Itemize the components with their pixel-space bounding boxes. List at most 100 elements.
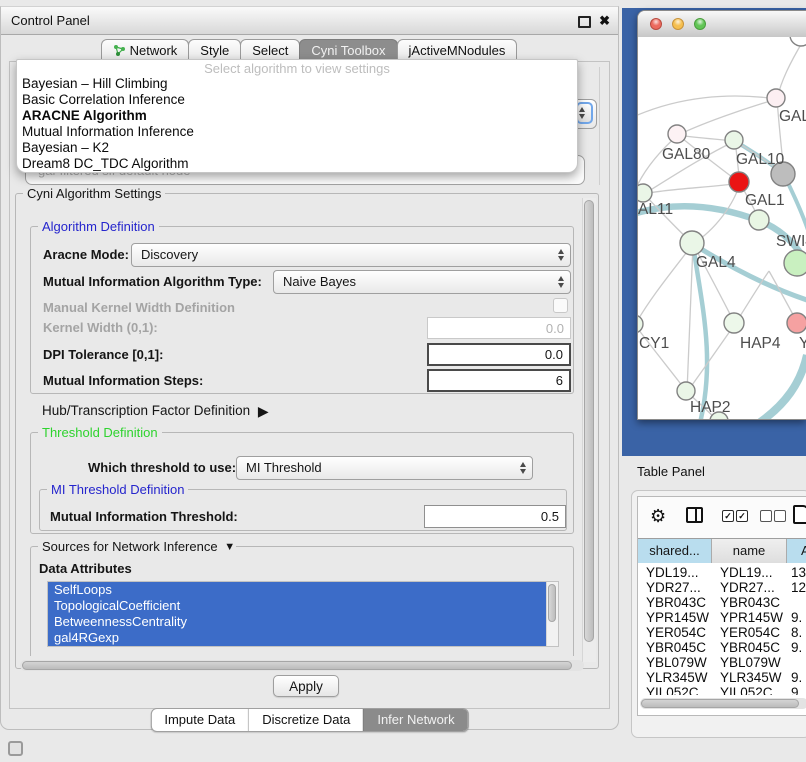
network-node-hap2[interactable] (677, 382, 695, 400)
scrollbar-thumb[interactable] (641, 699, 799, 708)
network-graph: GAL GAL80 GAL10 GAL1 GAL11 SWI4 GAL4 GCY… (638, 37, 806, 419)
attribute-item[interactable]: gal4RGexp (48, 630, 546, 646)
scrollbar-thumb[interactable] (548, 584, 556, 622)
zoom-window-icon[interactable] (694, 18, 706, 30)
manual-kernel-checkbox[interactable] (553, 298, 568, 313)
sources-title-label: Sources for Network Inference (42, 539, 218, 554)
tab-impute-data[interactable]: Impute Data (151, 709, 248, 731)
settings-vertical-scrollbar[interactable] (582, 198, 596, 662)
close-panel-icon[interactable]: ✖ (599, 11, 610, 30)
columns-icon[interactable] (686, 507, 703, 523)
data-attributes-list[interactable]: SelfLoops TopologicalCoefficient Between… (47, 581, 559, 647)
network-node-gal10[interactable] (725, 131, 743, 149)
spinner-arrows-icon (518, 461, 529, 475)
float-window-icon[interactable] (578, 16, 591, 28)
table-row[interactable]: YBR045C YBR045C 9. (638, 640, 806, 655)
network-node-gal1[interactable] (749, 210, 769, 230)
aracne-mode-combo[interactable]: Discovery (131, 243, 571, 267)
cyni-algorithm-settings-box: Cyni Algorithm Settings Algorithm Defini… (15, 193, 599, 669)
network-node-gcy1[interactable] (638, 315, 643, 333)
mi-type-combo[interactable]: Naive Bayes (273, 270, 571, 294)
cell-value: 13 (791, 565, 806, 580)
threshold-definition-box: Threshold Definition Which threshold to … (30, 432, 574, 534)
column-header-partial[interactable]: A (787, 539, 806, 563)
algorithm-option[interactable]: Bayesian – Hill Climbing (17, 76, 577, 92)
table-row[interactable]: YIL052C YIL052C 9. (638, 685, 806, 695)
scrollbar-thumb[interactable] (22, 661, 572, 670)
algorithm-option[interactable]: Mutual Information Inference (17, 124, 577, 140)
mi-steps-field[interactable]: 6 (427, 369, 571, 392)
network-node[interactable] (767, 89, 785, 107)
unchecked-box-icon[interactable] (774, 510, 786, 522)
combo-focused-spinner[interactable] (576, 102, 593, 124)
node-label: GCY1 (638, 335, 669, 352)
hub-definition-expander[interactable]: Hub/Transcription Factor Definition ▶ (42, 402, 265, 419)
algorithm-option[interactable]: Basic Correlation Inference (17, 92, 577, 108)
table-row[interactable]: YER054C YER054C 8. (638, 625, 806, 640)
node-label: Y (799, 335, 806, 352)
tab-label: Select (252, 43, 288, 58)
attribute-item[interactable]: SelfLoops (48, 582, 546, 598)
minimize-window-icon[interactable] (672, 18, 684, 30)
spinner-arrows-icon (556, 275, 567, 289)
settings-box-title: Cyni Algorithm Settings (23, 186, 165, 201)
network-node-gal11[interactable] (638, 184, 652, 202)
close-window-icon[interactable] (650, 18, 662, 30)
table-horizontal-scrollbar[interactable] (640, 698, 806, 709)
table-rows: YDL19... YDL19... 13 YDR27... YDR27... 1… (638, 563, 806, 695)
tab-discretize-data[interactable]: Discretize Data (248, 709, 363, 731)
manual-kernel-label: Manual Kernel Width Definition (43, 300, 235, 315)
which-threshold-combo[interactable]: MI Threshold (236, 456, 533, 480)
table-row[interactable]: YPR145W YPR145W 9. (638, 610, 806, 625)
checked-box-icon[interactable]: ✓ (736, 510, 748, 522)
node-label: HAP2 (690, 399, 731, 416)
network-window-titlebar[interactable] (638, 11, 806, 38)
network-node-gal4[interactable] (680, 231, 704, 255)
settings-horizontal-scrollbar[interactable] (20, 660, 584, 671)
mi-threshold-field[interactable]: 0.5 (424, 505, 566, 528)
node-label: GAL11 (638, 201, 673, 218)
network-node-red[interactable] (729, 172, 749, 192)
network-node-salmon[interactable] (787, 313, 806, 333)
kernel-width-label: Kernel Width (0,1): (43, 317, 158, 339)
table-row[interactable]: YDR27... YDR27... 12 (638, 580, 806, 595)
table-row[interactable]: YBL079W YBL079W (638, 655, 806, 670)
algorithm-option[interactable]: Bayesian – K2 (17, 140, 577, 156)
network-node-green[interactable] (784, 250, 806, 276)
table-row[interactable]: YBR043C YBR043C (638, 595, 806, 610)
threshold-definition-title: Threshold Definition (38, 425, 162, 440)
algorithm-option[interactable]: Dream8 DC_TDC Algorithm (17, 156, 577, 172)
attribute-item[interactable]: TopologicalCoefficient (48, 598, 546, 614)
checked-box-icon[interactable]: ✓ (722, 510, 734, 522)
gear-icon[interactable]: ⚙ (650, 505, 666, 527)
table-row[interactable]: YDL19... YDL19... 13 (638, 565, 806, 580)
attribute-list-scrollbar[interactable] (546, 582, 558, 647)
cell-shared: YBL079W (646, 655, 707, 670)
cell-shared: YDR27... (646, 580, 701, 595)
column-header-name[interactable]: name (712, 539, 787, 563)
kernel-width-field[interactable]: 0.0 (427, 317, 571, 339)
scrollbar-thumb[interactable] (584, 200, 594, 642)
column-header-shared[interactable]: shared... (638, 539, 712, 563)
apply-button[interactable]: Apply (273, 675, 339, 697)
network-node-gal80[interactable] (668, 125, 686, 143)
mi-threshold-box: MI Threshold Definition Mutual Informati… (39, 489, 567, 531)
expand-arrow-icon: ▶ (258, 403, 269, 419)
node-label: GAL (779, 108, 806, 125)
table-row[interactable]: YLR345W YLR345W 9. (638, 670, 806, 685)
dpi-tolerance-field[interactable]: 0.0 (427, 343, 571, 366)
sources-title[interactable]: Sources for Network Inference ▼ (38, 539, 236, 554)
network-node-hap4[interactable] (724, 313, 744, 333)
attribute-item[interactable]: BetweennessCentrality (48, 614, 546, 630)
cell-value: 12 (791, 580, 806, 595)
combo-value: MI Threshold (246, 460, 322, 475)
node-labels-group: GAL GAL80 GAL10 GAL1 GAL11 SWI4 GAL4 GCY… (638, 108, 806, 416)
collapsed-panel-icon[interactable] (8, 741, 23, 756)
unchecked-box-icon[interactable] (760, 510, 772, 522)
aracne-mode-label: Aracne Mode: (43, 243, 129, 267)
document-icon[interactable] (793, 505, 806, 524)
network-node[interactable] (790, 37, 806, 46)
cell-value: 9. (791, 610, 802, 625)
tab-infer-network[interactable]: Infer Network (363, 709, 467, 731)
algorithm-option-selected[interactable]: ARACNE Algorithm (17, 108, 577, 124)
